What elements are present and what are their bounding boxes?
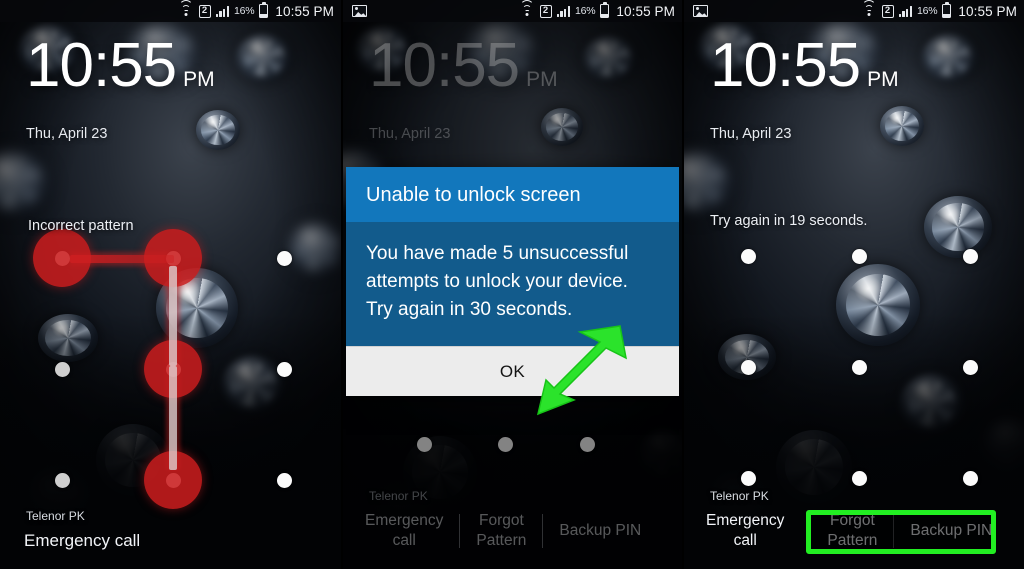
sim-icon: 2	[198, 4, 211, 18]
battery-icon	[942, 4, 952, 18]
wifi-icon	[520, 0, 535, 17]
pattern-node-0-0[interactable]	[719, 227, 777, 285]
status-bar: 2 16% 10:55 PM	[0, 0, 341, 22]
dialog-title: Unable to unlock screen	[346, 167, 679, 222]
pattern-node-0-2[interactable]	[33, 451, 91, 509]
clock-time: 10:55	[26, 31, 177, 100]
clock-date: Thu, April 23	[26, 126, 108, 142]
emergency-call-button[interactable]: Emergency call	[10, 529, 152, 553]
pattern-node-2-1[interactable]	[255, 340, 313, 398]
pattern-node-2-2[interactable]	[255, 451, 313, 509]
clock-time: 10:55	[710, 31, 861, 100]
emergency-call-button[interactable]: Emergency call	[694, 509, 796, 553]
action-divider	[893, 514, 895, 548]
battery-icon	[600, 4, 610, 18]
lockscreen-panel-unable-to-unlock-dialog: 2 16% 10:55 PM 10:55 PM Thu, April 23 Un…	[341, 0, 682, 569]
three-panel-screenshot-strip: 2 16% 10:55 PM 10:55 PM Thu, April 23 In…	[0, 0, 1024, 569]
pattern-lock-grid[interactable]	[33, 229, 292, 509]
status-bar-clock: 10:55 PM	[275, 3, 334, 19]
lockscreen-panel-incorrect-pattern: 2 16% 10:55 PM 10:55 PM Thu, April 23 In…	[0, 0, 341, 569]
pattern-node-2-0[interactable]	[941, 227, 999, 285]
wifi-icon	[862, 0, 877, 17]
lockscreen-clock: 10:55 PM Thu, April 23	[710, 31, 899, 143]
status-bar-clock: 10:55 PM	[616, 3, 675, 19]
pattern-status-message: Incorrect pattern	[28, 218, 134, 234]
dialog-message: You have made 5 unsuccessful attempts to…	[346, 222, 679, 346]
pattern-node-1-1[interactable]	[830, 338, 888, 396]
wifi-icon	[179, 0, 194, 17]
gallery-icon	[693, 5, 708, 17]
lockscreen-clock: 10:55 PM Thu, April 23	[26, 31, 215, 143]
signal-bars-icon	[215, 5, 229, 17]
signal-bars-icon	[556, 5, 570, 17]
countdown-message: Try again in 19 seconds.	[710, 213, 868, 229]
forgot-pattern-button[interactable]: Forgot Pattern	[815, 509, 889, 553]
pattern-node-0-1[interactable]	[33, 340, 91, 398]
battery-icon	[259, 4, 269, 18]
clock-ampm: PM	[183, 68, 215, 91]
lockscreen-panel-try-again-countdown: 2 16% 10:55 PM 10:55 PM Thu, April 23 Tr…	[682, 0, 1024, 569]
battery-percent: 16%	[233, 5, 255, 17]
pattern-node-2-1[interactable]	[941, 338, 999, 396]
carrier-label: Telenor PK	[710, 489, 769, 503]
carrier-label: Telenor PK	[26, 509, 85, 523]
lockscreen-bottom-bar: Telenor PK Emergency call Forgot Pattern…	[684, 489, 1024, 569]
pattern-node-1-0[interactable]	[830, 227, 888, 285]
status-bar: 2 16% 10:55 PM	[684, 0, 1024, 22]
pattern-node-2-0[interactable]	[255, 229, 313, 287]
pattern-node-0-1[interactable]	[719, 338, 777, 396]
status-bar-clock: 10:55 PM	[958, 3, 1017, 19]
status-bar: 2 16% 10:55 PM	[343, 0, 682, 22]
battery-percent: 16%	[916, 5, 938, 17]
backup-pin-button[interactable]: Backup PIN	[898, 519, 1004, 543]
unable-to-unlock-dialog: Unable to unlock screen You have made 5 …	[346, 167, 679, 396]
signal-bars-icon	[898, 5, 912, 17]
battery-percent: 16%	[574, 5, 596, 17]
pattern-lock-grid[interactable]	[740, 248, 978, 486]
clock-ampm: PM	[867, 68, 899, 91]
ok-button[interactable]: OK	[472, 356, 553, 388]
sim-icon: 2	[539, 4, 552, 18]
clock-date: Thu, April 23	[710, 126, 792, 142]
gallery-icon	[352, 5, 367, 17]
dialog-button-bar: OK	[346, 346, 679, 396]
lockscreen-bottom-bar: Telenor PK Emergency call	[0, 509, 341, 569]
sim-icon: 2	[881, 4, 894, 18]
